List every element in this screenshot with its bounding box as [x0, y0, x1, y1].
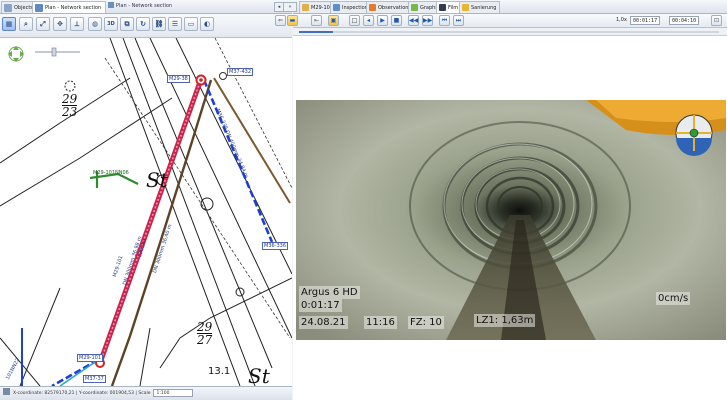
- plot-number: 13.1: [208, 366, 231, 377]
- step-back-icon[interactable]: ⏮: [439, 15, 450, 26]
- objects-icon: [4, 4, 12, 12]
- parcel-29-23: 29 23: [62, 92, 78, 119]
- folder-icon[interactable]: ▭: [184, 17, 198, 31]
- bookmark-icon[interactable]: ▣: [328, 15, 339, 26]
- stack-icon[interactable]: ☰: [168, 17, 182, 31]
- video-frame: Argus 6 HD 0:01:17 24.08.21 11:16 FZ: 10…: [296, 100, 726, 340]
- osd-camera-model: Argus 6 HD: [299, 286, 360, 299]
- pan-icon[interactable]: ✥: [53, 17, 67, 31]
- zoom-slider-thumb: [51, 47, 57, 57]
- zoom-extent-icon[interactable]: ⤢: [36, 17, 50, 31]
- step-forward-icon[interactable]: ⏭: [453, 15, 464, 26]
- play-icon[interactable]: ▶: [377, 15, 388, 26]
- zoom-icon[interactable]: ⌕: [19, 17, 33, 31]
- osd-speed: 0cm/s: [656, 292, 691, 305]
- sanierung-icon: [462, 4, 469, 11]
- panel-forward-icon[interactable]: »: [283, 2, 297, 12]
- map-status-bar: X-coordinate: 82579170,21 | Y-coordinate…: [0, 386, 292, 400]
- time-total: 00:04:10: [669, 16, 700, 25]
- coordinate-readout: X-coordinate: 82579170,21 | Y-coordinate…: [13, 391, 151, 396]
- pipe-brown-branch: [213, 77, 291, 204]
- film-icon: [439, 4, 446, 11]
- tab-plan-network[interactable]: Plan - Network section: [32, 1, 107, 13]
- map-icon: [35, 4, 43, 12]
- back-arrow-icon[interactable]: ⇐: [275, 15, 286, 26]
- prev-frame-icon[interactable]: ⇤: [311, 15, 322, 26]
- label-m36-336[interactable]: M36-336: [262, 242, 289, 250]
- left-tab-bar: Objects Plan - Network section Plan - Ne…: [0, 0, 292, 14]
- plan-panel: Objects Plan - Network section Plan - Ne…: [0, 0, 292, 400]
- measure-icon[interactable]: ⟂: [70, 17, 84, 31]
- osd-fz: FZ: 10: [408, 316, 444, 329]
- graphic-icon: [411, 4, 418, 11]
- street-label-1: St: [146, 168, 168, 192]
- layers-icon[interactable]: ⧉: [120, 17, 134, 31]
- osd-clock: 11:16: [364, 316, 397, 329]
- right-tab-bar: ◂ » M29-101 Inspection Observations Grap…: [274, 0, 727, 14]
- progress-fill: [299, 31, 333, 33]
- fast-forward-icon[interactable]: ▶▶: [422, 15, 433, 26]
- globe-icon[interactable]: ◍: [88, 17, 102, 31]
- street-label-2: St: [248, 364, 270, 386]
- select-tool-icon[interactable]: ▦: [2, 17, 16, 31]
- plan-window-title: Plan - Network section: [108, 2, 172, 9]
- label-m29-101[interactable]: M29-101: [77, 354, 104, 362]
- progress-track: [299, 31, 719, 33]
- scale-select[interactable]: 1:100: [153, 389, 194, 397]
- stop-square-icon[interactable]: ■: [391, 15, 402, 26]
- observations-icon: [369, 4, 376, 11]
- map-drawing: [0, 38, 292, 386]
- folder-open-icon[interactable]: ▬: [287, 15, 298, 26]
- label-m37-37[interactable]: M37-37: [83, 375, 106, 383]
- label-m37-432[interactable]: M37-432: [227, 68, 254, 76]
- parcel-29-27: 29 27: [197, 320, 213, 347]
- inspection-icon: [333, 4, 340, 11]
- capture-icon[interactable]: □: [349, 15, 360, 26]
- map-toolbar: ▦ ⌕ ⤢ ✥ ⟂ ◍ 3D ⧉ ↻ ⛓ ☰ ▭ ◐: [0, 14, 292, 38]
- pipe-icon: [302, 4, 309, 11]
- rewind-icon[interactable]: ◀◀: [408, 15, 419, 26]
- refresh-icon[interactable]: ↻: [136, 17, 150, 31]
- osd-distance: LZ1: 1,63m: [474, 314, 536, 327]
- status-icon: [3, 388, 10, 395]
- video-progress[interactable]: [293, 28, 727, 36]
- inclination-icon: [675, 114, 713, 156]
- parcel-lines: [0, 38, 292, 386]
- fullscreen-icon[interactable]: ⊡: [711, 15, 722, 26]
- plan-map[interactable]: M29-38 M37-432 M29-101 M37-37 M36-336 M2…: [0, 38, 292, 386]
- plan-icon: [108, 2, 114, 8]
- playback-speed: 1,0x: [616, 17, 627, 23]
- tab-sanierung[interactable]: Sanierung: [459, 1, 501, 13]
- pipe-red-dotted: [99, 81, 201, 364]
- manhole-m37-432: [219, 72, 227, 80]
- time-current: 00:01:17: [630, 16, 661, 25]
- pan-control-icon: [8, 46, 24, 62]
- label-m29-38[interactable]: M29-38: [167, 75, 190, 83]
- 3d-view-icon[interactable]: 3D: [104, 17, 118, 31]
- app-window: Objects Plan - Network section Plan - Ne…: [0, 0, 727, 400]
- osd-elapsed: 0:01:17: [299, 299, 342, 312]
- inspection-panel: ◂ » M29-101 Inspection Observations Grap…: [274, 0, 727, 400]
- link-icon[interactable]: ⛓: [152, 17, 166, 31]
- player-toolbar: ⇐ ▬ ⇤ ▣ □ ◂ ▶ ■ ◀◀ ▶▶ ⏮ ⏭ 1,0x 00:01:17 …: [275, 14, 727, 28]
- label-lateral: M29-101NN06: [93, 170, 129, 176]
- osd-date: 24.08.21: [299, 316, 348, 329]
- earth-icon[interactable]: ◐: [200, 17, 214, 31]
- stop-icon[interactable]: ◂: [363, 15, 374, 26]
